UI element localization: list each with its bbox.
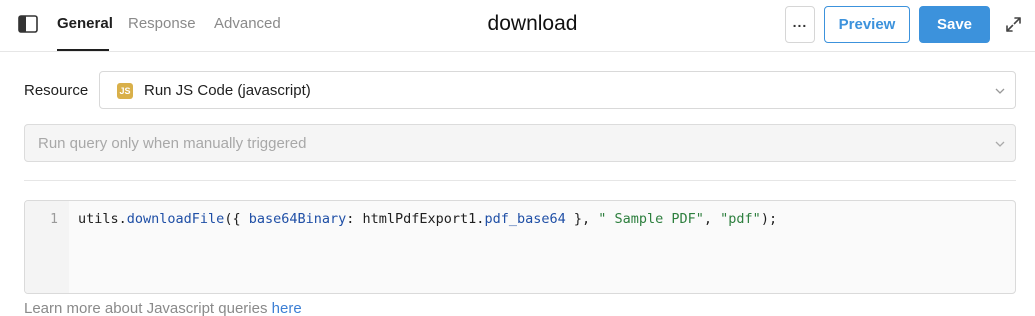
code-token: );: [760, 211, 778, 227]
resource-value: Run JS Code (javascript): [144, 82, 311, 99]
more-options-button[interactable]: ...: [785, 6, 815, 43]
active-tab-indicator: [57, 49, 109, 51]
code-token: utils.: [78, 211, 127, 227]
code-token: base64Binary: [248, 211, 347, 227]
help-link[interactable]: here: [272, 300, 302, 316]
code-token: ,: [703, 211, 721, 227]
trigger-mode-select[interactable]: Run query only when manually triggered: [24, 124, 1016, 162]
trigger-mode-value: Run query only when manually triggered: [38, 135, 307, 152]
query-editor-header: General Response Advanced download ... P…: [0, 0, 1035, 52]
code-token: downloadFile: [126, 211, 225, 227]
help-text-label: Learn more about Javascript queries: [24, 300, 272, 316]
javascript-icon: JS: [117, 83, 133, 99]
code-editor[interactable]: 1 utils.downloadFile({ base64Binary: htm…: [24, 200, 1016, 294]
code-token: : htmlPdfExport1.: [346, 211, 485, 227]
line-number-gutter: 1: [25, 201, 69, 293]
chevron-down-icon: [995, 88, 1005, 94]
code-token: "pdf": [720, 211, 761, 227]
sidebar-panel-icon[interactable]: [18, 15, 38, 33]
code-token: pdf_base64: [484, 211, 566, 227]
section-divider: [24, 180, 1016, 181]
line-number: 1: [50, 212, 58, 227]
preview-button[interactable]: Preview: [824, 6, 910, 43]
save-button[interactable]: Save: [919, 6, 990, 43]
code-token: },: [565, 211, 599, 227]
resource-label: Resource: [24, 82, 89, 99]
code-line[interactable]: utils.downloadFile({ base64Binary: htmlP…: [78, 211, 777, 227]
help-text: Learn more about Javascript queries here: [24, 300, 302, 316]
chevron-down-icon: [995, 141, 1005, 147]
code-token: ({: [224, 211, 249, 227]
code-token: " Sample PDF": [598, 211, 704, 227]
tab-response[interactable]: Response: [128, 15, 196, 32]
resource-select[interactable]: JS Run JS Code (javascript): [99, 71, 1016, 109]
tab-general[interactable]: General: [57, 15, 113, 32]
tab-advanced[interactable]: Advanced: [214, 15, 281, 32]
more-options-icon: ...: [792, 13, 808, 30]
expand-icon[interactable]: [1006, 17, 1021, 32]
